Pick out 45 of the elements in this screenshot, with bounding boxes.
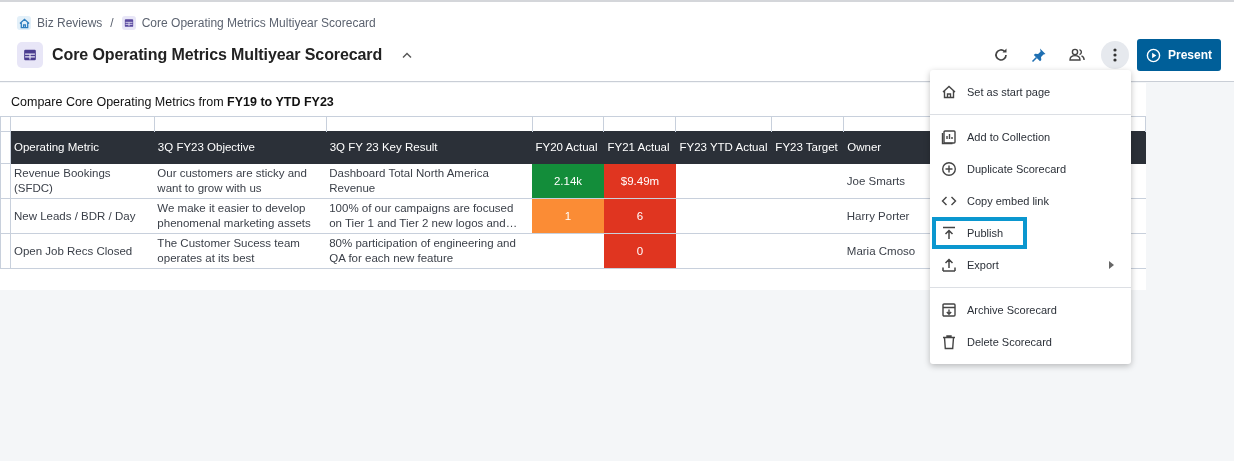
table-cell: New Leads / BDR / Day — [10, 198, 155, 234]
home-icon — [18, 17, 30, 29]
column-header: 3Q FY23 Objective — [154, 131, 327, 164]
table-cell: 6 — [604, 198, 676, 234]
table-cell: Our customers are sticky and want to grow with us — [154, 163, 327, 199]
table-cell: 2.14k — [532, 163, 604, 199]
breadcrumb-link[interactable]: Biz Reviews — [37, 16, 103, 30]
table-cell: We make it easier to develop phenomenal marketing assets — [154, 198, 327, 234]
column-header: FY23 Target — [771, 131, 844, 164]
table-cell: Open Job Recs Closed — [10, 233, 155, 269]
table-cell: 80% participation of engineering and QA for each new feature — [326, 233, 533, 269]
column-header: FY20 Actual — [532, 131, 604, 164]
breadcrumb-link[interactable]: Core Operating Metrics Multiyear Scorecard — [141, 16, 376, 30]
plus-circle-icon — [941, 161, 957, 177]
scorecard-icon — [17, 42, 43, 68]
pin-icon — [1031, 47, 1047, 63]
refresh-icon — [993, 47, 1009, 63]
play-icon — [1146, 47, 1161, 63]
upload-icon — [941, 225, 957, 241]
chart-icon — [941, 129, 957, 145]
more-icon — [1113, 47, 1117, 63]
menu-item[interactable]: Set as start page — [930, 76, 1131, 108]
column-header: 3Q FY 23 Key Result — [326, 131, 533, 164]
table-cell: 0 — [604, 233, 676, 269]
column-header: FY23 YTD Actual — [675, 131, 772, 164]
home-icon — [941, 84, 957, 100]
menu-item[interactable]: Archive Scorecard — [930, 294, 1131, 326]
export-icon — [941, 257, 957, 273]
table-cell: 1 — [532, 198, 604, 234]
trash-icon — [941, 334, 957, 350]
scorecard-caption: Compare Core Operating Metrics from FY19 to YTD FY23 — [11, 95, 334, 109]
table-icon — [123, 18, 134, 28]
menu-item[interactable]: Delete Scorecard — [930, 326, 1131, 358]
table-cell: Revenue Bookings (SFDC) — [10, 163, 155, 199]
people-icon — [1068, 47, 1086, 63]
table-cell: The Customer Sucess team operates at its best — [154, 233, 327, 269]
archive-icon — [941, 302, 957, 318]
page-title: Core Operating Metrics Multiyear Scorecard — [52, 46, 383, 64]
column-header: FY21 Actual — [604, 131, 676, 164]
caret-icon[interactable] — [402, 51, 413, 59]
table-cell: $9.49m — [604, 163, 676, 199]
present-button[interactable]: Present — [1137, 39, 1221, 71]
column-header: Operating Metric — [10, 131, 155, 164]
breadcrumb-separator: / — [110, 16, 114, 30]
more-button[interactable] — [1101, 41, 1129, 69]
